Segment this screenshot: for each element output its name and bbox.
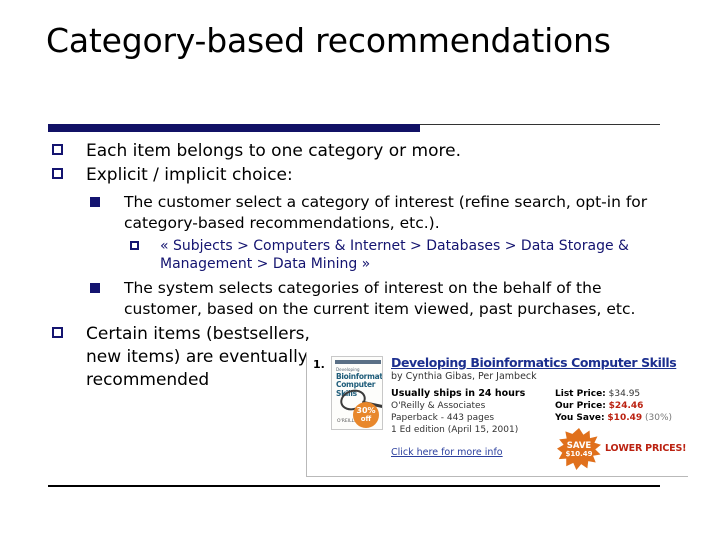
you-save-label: You Save: <box>555 413 605 423</box>
list-price-value: $34.95 <box>608 389 641 399</box>
slide: Category-based recommendations Each item… <box>0 0 720 540</box>
hollow-square-bullet-icon <box>52 144 63 155</box>
format-text: Paperback - 443 pages <box>391 413 495 423</box>
bullet-level2: The system selects categories of interes… <box>48 278 668 319</box>
our-price-label: Our Price: <box>555 401 606 411</box>
save-promo-group: SAVE $10.49 LOWER PRICES! <box>557 428 687 470</box>
more-info-link[interactable]: Click here for more info <box>391 447 503 458</box>
availability-text: Usually ships in 24 hours <box>391 388 526 399</box>
filled-square-bullet-icon <box>90 197 100 207</box>
you-save-row: You Save: $10.49 (30%) <box>555 412 687 424</box>
bullet-text: Certain items (bestsellers, new items) a… <box>86 324 310 390</box>
page-title: Category-based recommendations <box>46 21 611 60</box>
bullet-text: The system selects categories of interes… <box>124 279 636 318</box>
you-save-percent: (30%) <box>645 413 673 423</box>
bottom-divider <box>48 485 660 487</box>
embedded-screenshot-amazon-result: 1. Developing Bioinformatics Computer Sk… <box>306 352 688 477</box>
bullet-level2: The customer select a category of intere… <box>48 192 668 233</box>
pricing-column: List Price: $34.95 Our Price: $24.46 You… <box>555 388 687 424</box>
book-title-link[interactable]: Developing Bioinformatics Computer Skill… <box>391 355 677 370</box>
discount-percent: 30% <box>356 406 376 415</box>
bullet-level3: « Subjects > Computers & Internet > Data… <box>48 237 668 273</box>
our-price-value: $24.46 <box>608 401 644 411</box>
bullet-level1: Certain items (bestsellers, new items) a… <box>48 323 318 392</box>
bullet-level1: Each item belongs to one category or mor… <box>48 140 668 163</box>
cover-top-band <box>335 360 381 364</box>
discount-suffix: off <box>360 415 372 423</box>
edition-text: 1 Ed edition (April 15, 2001) <box>391 425 519 435</box>
bullet-level1: Explicit / implicit choice: <box>48 164 668 187</box>
title-divider-thick-bar <box>48 124 420 132</box>
filled-square-bullet-icon <box>90 283 100 293</box>
hollow-square-bullet-icon <box>52 168 63 179</box>
bullet-text: « Subjects > Computers & Internet > Data… <box>160 238 629 272</box>
title-divider <box>48 124 660 134</box>
lower-prices-text: LOWER PRICES! <box>605 443 687 454</box>
result-number: 1. <box>313 358 325 371</box>
list-price-label: List Price: <box>555 389 606 399</box>
bullet-text: Explicit / implicit choice: <box>86 165 293 185</box>
publisher-text: O'Reilly & Associates <box>391 401 486 411</box>
save-badge-line2: $10.49 <box>565 450 593 458</box>
our-price-row: Our Price: $24.46 <box>555 400 687 412</box>
book-details-column: Usually ships in 24 hours O'Reilly & Ass… <box>391 388 551 436</box>
book-byline: by Cynthia Gibas, Per Jambeck <box>391 371 537 382</box>
bullet-text: Each item belongs to one category or mor… <box>86 141 461 161</box>
bullet-text: The customer select a category of intere… <box>124 193 648 232</box>
you-save-value: $10.49 <box>607 413 643 423</box>
discount-badge-icon: 30% off <box>353 402 379 428</box>
hollow-square-bullet-icon <box>52 327 63 338</box>
save-starburst-icon: SAVE $10.49 <box>557 428 601 470</box>
hollow-square-bullet-icon <box>130 241 139 250</box>
list-price-row: List Price: $34.95 <box>555 388 687 400</box>
